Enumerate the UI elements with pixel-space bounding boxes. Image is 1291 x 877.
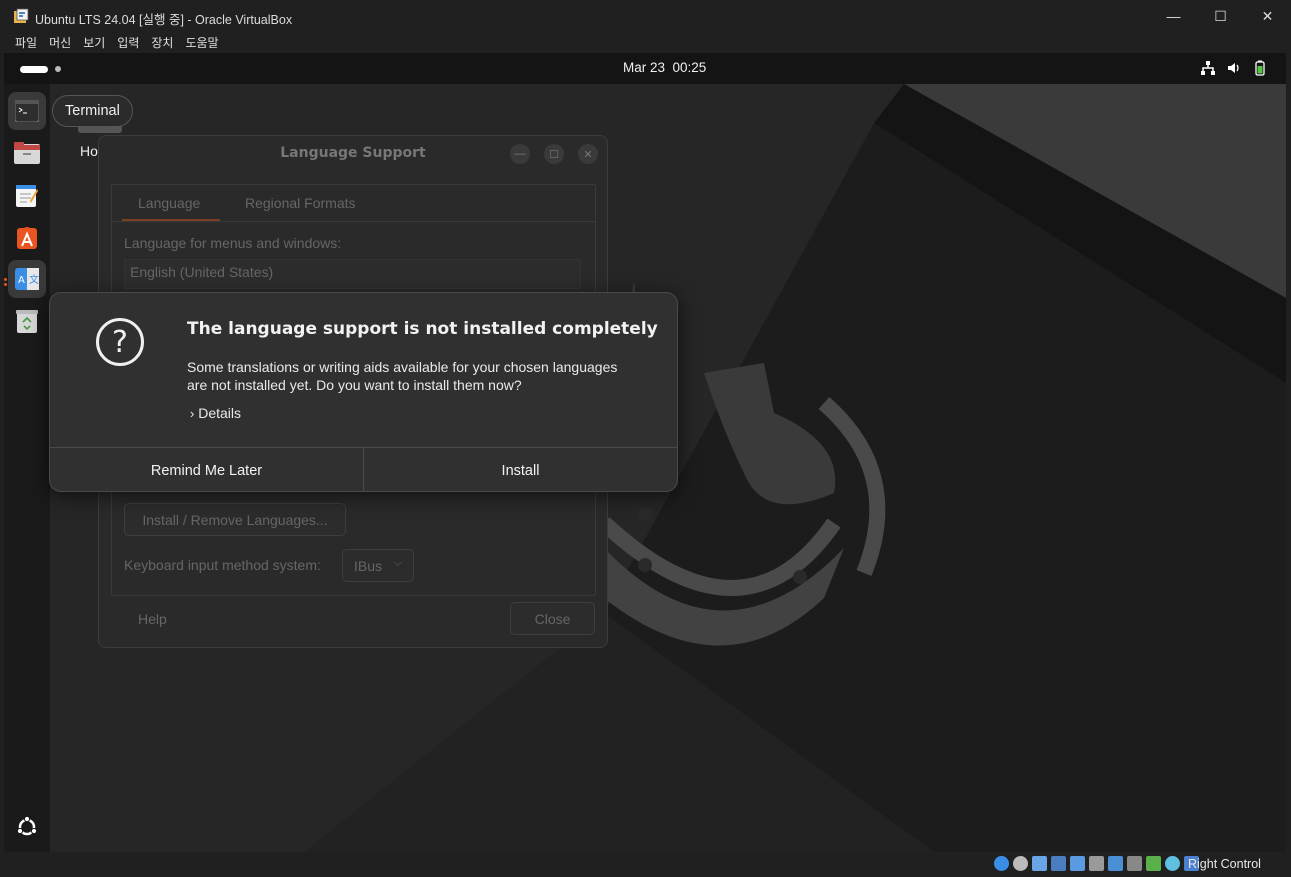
help-button[interactable]: Help bbox=[138, 611, 167, 627]
chevron-down-icon: ⌵ bbox=[393, 557, 402, 569]
app-center-icon bbox=[17, 227, 37, 249]
dock-files[interactable] bbox=[8, 134, 46, 172]
audio-icon[interactable] bbox=[1032, 856, 1047, 871]
cpu-icon[interactable] bbox=[1146, 856, 1161, 871]
host-window-controls: — ☐ ✕ bbox=[1150, 0, 1291, 32]
details-label: Details bbox=[198, 405, 242, 421]
menu-help[interactable]: 도움말 bbox=[179, 32, 224, 53]
maximize-button[interactable]: ☐ bbox=[1197, 0, 1244, 32]
trash-icon bbox=[16, 310, 38, 333]
vm-screen[interactable]: Mar 23 00:25 A文 Ho Terminal Language Sup… bbox=[4, 53, 1286, 852]
shared-folders-icon[interactable] bbox=[1089, 856, 1104, 871]
menu-machine[interactable]: 머신 bbox=[43, 32, 77, 53]
dialog-message: Some translations or writing aids availa… bbox=[187, 358, 657, 394]
activities-indicator[interactable] bbox=[20, 66, 48, 73]
menu-input[interactable]: 입력 bbox=[111, 32, 145, 53]
gnome-topbar: Mar 23 00:25 bbox=[4, 53, 1286, 84]
host-window-title: Ubuntu LTS 24.04 [실행 중] - Oracle Virtual… bbox=[35, 13, 293, 27]
text-editor-icon bbox=[16, 185, 38, 207]
recording-icon[interactable] bbox=[1127, 856, 1142, 871]
window-title: Language Support bbox=[280, 145, 426, 161]
optical-drive-icon[interactable] bbox=[1013, 856, 1028, 871]
home-folder-label[interactable]: Ho bbox=[80, 143, 98, 159]
menu-file[interactable]: 파일 bbox=[9, 32, 43, 53]
keyboard-input-label: Keyboard input method system: bbox=[124, 557, 321, 573]
host-menubar: 파일 머신 보기 입력 장치 도움말 bbox=[0, 32, 1291, 53]
keyboard-input-value: IBus bbox=[354, 557, 383, 574]
close-button[interactable]: ✕ bbox=[1244, 0, 1291, 32]
dock-terminal[interactable] bbox=[8, 92, 46, 130]
install-remove-languages-button[interactable]: Install / Remove Languages... bbox=[124, 503, 346, 536]
status-icons bbox=[994, 856, 1199, 871]
dock-show-apps[interactable] bbox=[8, 808, 46, 846]
tab-divider bbox=[112, 221, 595, 222]
close-window-button[interactable]: Close bbox=[510, 602, 595, 635]
window-minimize-button[interactable]: — bbox=[510, 144, 530, 164]
running-indicator bbox=[4, 283, 7, 286]
svg-text:A: A bbox=[18, 275, 25, 286]
volume-icon bbox=[1228, 63, 1239, 73]
virtualbox-icon bbox=[14, 8, 29, 23]
language-list[interactable]: English (United States) bbox=[124, 259, 581, 289]
display-icon[interactable] bbox=[1108, 856, 1123, 871]
tab-language[interactable]: Language bbox=[138, 195, 200, 211]
dock-tooltip: Terminal bbox=[52, 95, 133, 127]
usb-icon[interactable] bbox=[1070, 856, 1085, 871]
svg-text:文: 文 bbox=[29, 273, 39, 286]
question-icon: ? bbox=[96, 318, 144, 366]
host-key-label[interactable]: Right Control bbox=[1188, 857, 1261, 871]
battery-icon bbox=[1255, 60, 1265, 76]
dialog-message-line: are not installed yet. Do you want to in… bbox=[187, 377, 522, 393]
window-maximize-button[interactable]: ☐ bbox=[544, 144, 564, 164]
language-list-item[interactable]: English (United States) bbox=[130, 264, 273, 280]
language-section-label: Language for menus and windows: bbox=[124, 235, 342, 251]
tab-regional-formats[interactable]: Regional Formats bbox=[245, 195, 356, 211]
dock: A文 bbox=[4, 84, 50, 852]
dock-text-editor[interactable] bbox=[8, 176, 46, 214]
language-support-icon: A文 bbox=[15, 268, 39, 290]
dialog-button-row: Remind Me Later Install bbox=[50, 447, 677, 491]
network-adapter-icon[interactable] bbox=[1051, 856, 1066, 871]
chevron-right-icon: › bbox=[190, 406, 195, 421]
minimize-button[interactable]: — bbox=[1150, 0, 1197, 32]
dialog-title: The language support is not installed co… bbox=[187, 319, 658, 339]
network-icon bbox=[1201, 61, 1215, 75]
host-titlebar: Ubuntu LTS 24.04 [실행 중] - Oracle Virtual… bbox=[0, 0, 1291, 32]
hard-disk-icon[interactable] bbox=[994, 856, 1009, 871]
running-indicator bbox=[4, 278, 7, 281]
dock-language-support[interactable]: A文 bbox=[8, 260, 46, 298]
dialog-message-line: Some translations or writing aids availa… bbox=[187, 359, 618, 375]
virtualbox-statusbar: Right Control bbox=[0, 852, 1291, 877]
details-expander[interactable]: › Details bbox=[190, 405, 241, 421]
window-close-button[interactable]: ✕ bbox=[578, 144, 598, 164]
terminal-icon bbox=[15, 100, 39, 122]
menu-devices[interactable]: 장치 bbox=[145, 32, 179, 53]
language-incomplete-dialog: ? The language support is not installed … bbox=[49, 292, 678, 492]
vt-x-icon[interactable] bbox=[1165, 856, 1180, 871]
files-icon bbox=[14, 142, 40, 164]
system-tray[interactable] bbox=[1200, 60, 1268, 76]
clock[interactable]: Mar 23 00:25 bbox=[623, 60, 706, 75]
dock-trash[interactable] bbox=[8, 302, 46, 340]
ubuntu-logo-icon bbox=[16, 815, 38, 836]
keyboard-input-select[interactable]: IBus ⌵ bbox=[342, 549, 414, 582]
dock-app-center[interactable] bbox=[8, 218, 46, 256]
workspace-dot[interactable] bbox=[55, 66, 61, 72]
remind-me-later-button[interactable]: Remind Me Later bbox=[50, 448, 363, 491]
menu-view[interactable]: 보기 bbox=[77, 32, 111, 53]
install-button[interactable]: Install bbox=[363, 448, 677, 491]
